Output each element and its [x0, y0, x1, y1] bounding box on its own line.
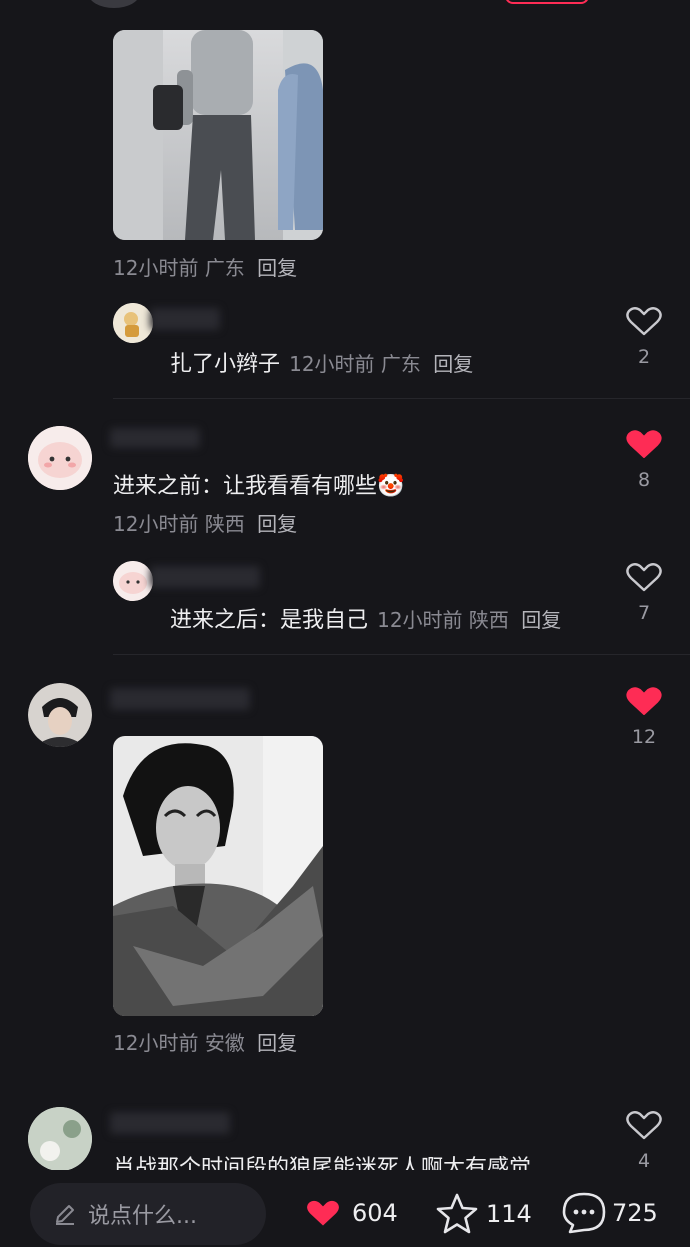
pink-character-avatar-icon [113, 561, 153, 601]
like-count: 8 [637, 469, 651, 491]
heart-filled-icon [626, 687, 662, 715]
person-avatar-icon [28, 683, 92, 747]
airport-photo-image [113, 30, 323, 240]
reply-avatar[interactable] [113, 303, 153, 343]
heart-filled-icon [307, 1200, 339, 1226]
reply-line: 进来之后：是我自己 12小时前 陕西 回复 [170, 602, 561, 634]
heart-outline-icon [626, 1111, 662, 1140]
divider [113, 398, 690, 399]
username-blurred [150, 566, 260, 588]
reply-button[interactable]: 回复 [257, 1031, 297, 1055]
avatar[interactable] [28, 683, 92, 747]
like-count-total: 604 [352, 1199, 398, 1227]
avatar[interactable] [88, 0, 140, 8]
comment-meta: 12小时前 广东 回复 [113, 252, 297, 281]
heart-outline-icon [626, 563, 662, 592]
portrait-photo-image [113, 736, 323, 1016]
comment-photo[interactable] [113, 736, 323, 1016]
reply-line: 扎了小辫子 12小时前 广东 回复 [170, 346, 473, 378]
reply-location: 陕西 [468, 608, 509, 632]
like-button[interactable] [614, 1108, 674, 1146]
top-pill-edge [505, 0, 589, 4]
comment-action[interactable]: 725 [560, 1190, 658, 1236]
comment-meta: 12小时前 安徽 回复 [113, 1027, 297, 1056]
reply-location: 广东 [380, 352, 421, 376]
avatar[interactable] [28, 1107, 92, 1171]
star-outline-icon [436, 1193, 478, 1234]
divider [113, 654, 690, 655]
reply-text: 进来之后：是我自己 [170, 608, 369, 633]
username-blurred [110, 688, 250, 710]
pink-character-avatar-icon [28, 426, 92, 490]
comment-bubble-icon [562, 1192, 606, 1234]
reply-button[interactable]: 回复 [257, 512, 297, 536]
comment-input-placeholder: 说点什么... [88, 1204, 197, 1229]
username-blurred [110, 1112, 230, 1134]
comment-meta: 12小时前 陕西 回复 [113, 508, 297, 537]
like-button[interactable] [614, 304, 674, 342]
favorite-action[interactable]: 114 [434, 1192, 532, 1236]
comment-time: 12小时前 [113, 256, 199, 280]
username-blurred [150, 308, 220, 330]
comment-time: 12小时前 [113, 512, 199, 536]
username-blurred [110, 428, 200, 448]
reply-avatar[interactable] [113, 561, 153, 601]
like-action[interactable]: 604 [298, 1190, 398, 1236]
like-count: 2 [637, 346, 651, 368]
avatar[interactable] [28, 426, 92, 490]
comment-location: 广东 [204, 256, 245, 280]
like-count: 7 [637, 602, 651, 624]
reply-text: 扎了小辫子 [170, 352, 281, 377]
flower-avatar-icon [28, 1107, 92, 1171]
reply-time: 12小时前 [289, 352, 375, 376]
like-count: 4 [637, 1150, 651, 1172]
like-button[interactable] [614, 427, 674, 465]
comment-input[interactable]: 说点什么... [30, 1183, 266, 1245]
like-count: 12 [631, 726, 657, 748]
reply-time: 12小时前 [377, 608, 463, 632]
reply-button[interactable]: 回复 [257, 256, 297, 280]
pencil-icon [56, 1205, 74, 1225]
cartoon-avatar-icon [113, 303, 153, 343]
reply-button[interactable]: 回复 [433, 352, 473, 376]
comment-photo[interactable] [113, 30, 323, 240]
comment-count: 725 [612, 1199, 658, 1227]
comment-time: 12小时前 [113, 1031, 199, 1055]
comment-location: 陕西 [204, 512, 245, 536]
reply-button[interactable]: 回复 [521, 608, 561, 632]
heart-filled-icon [626, 430, 662, 458]
like-button[interactable] [614, 684, 674, 722]
comment-text: 进来之前：让我看看有哪些🤡 [113, 474, 405, 499]
comment-location: 安徽 [204, 1031, 245, 1055]
favorite-count: 114 [486, 1200, 532, 1228]
heart-outline-icon [626, 307, 662, 336]
like-button[interactable] [614, 560, 674, 598]
